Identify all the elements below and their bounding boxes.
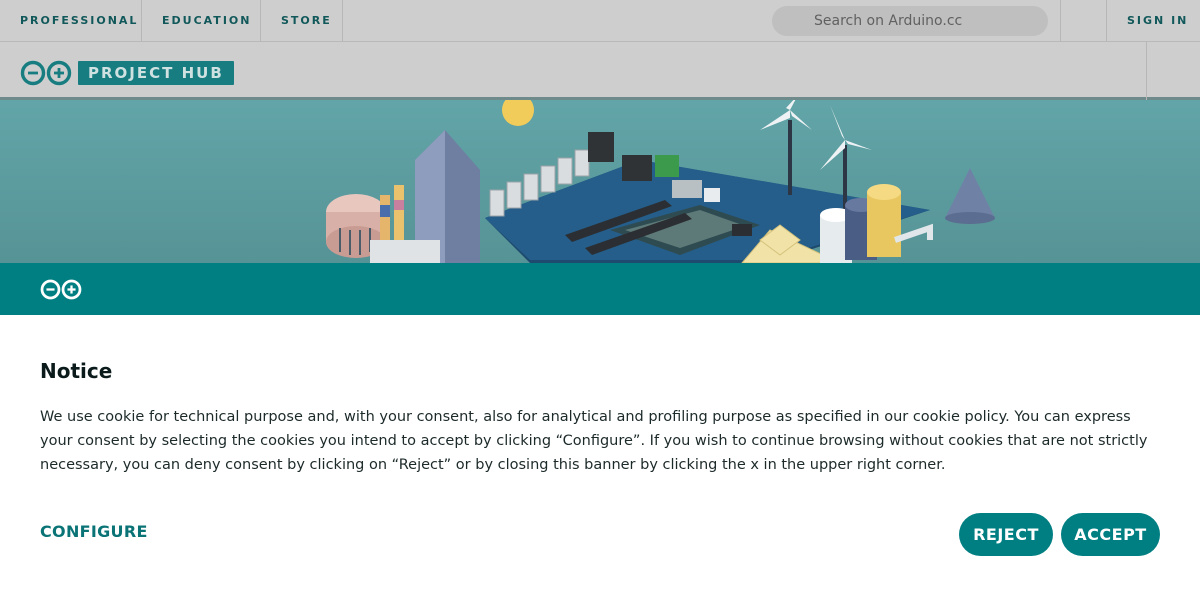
project-hub-badge[interactable]: PROJECT HUB [78,61,234,85]
sign-in-link[interactable]: SIGN IN [1127,0,1188,42]
brand-divider [1146,42,1147,100]
arduino-logo-icon [40,279,82,304]
accept-button[interactable]: ACCEPT [1061,513,1160,556]
nav-divider [1106,0,1107,42]
nav-education[interactable]: EDUCATION [162,0,251,42]
nav-professional[interactable]: PROFESSIONAL [20,0,138,42]
nav-divider [260,0,261,42]
arduino-logo-icon[interactable] [20,60,72,90]
search-input[interactable]: Search on Arduino.cc [772,6,1048,36]
nav-store[interactable]: STORE [281,0,332,42]
cookie-notice-panel: Notice We use cookie for technical purpo… [0,315,1200,600]
notice-body-text: We use cookie for technical purpose and,… [40,409,1148,473]
nav-divider [342,0,343,42]
nav-divider [1060,0,1061,42]
brand-bar: PROJECT HUB [0,42,1200,100]
nav-divider [141,0,142,42]
hero-banner-image [0,100,1200,263]
reject-button[interactable]: REJECT [959,513,1053,556]
cookie-banner-header [0,263,1200,315]
top-navigation-bar: PROFESSIONAL EDUCATION STORE Search on A… [0,0,1200,42]
notice-title: Notice [40,359,113,383]
configure-button[interactable]: CONFIGURE [40,522,148,541]
search-placeholder: Search on Arduino.cc [814,13,963,29]
